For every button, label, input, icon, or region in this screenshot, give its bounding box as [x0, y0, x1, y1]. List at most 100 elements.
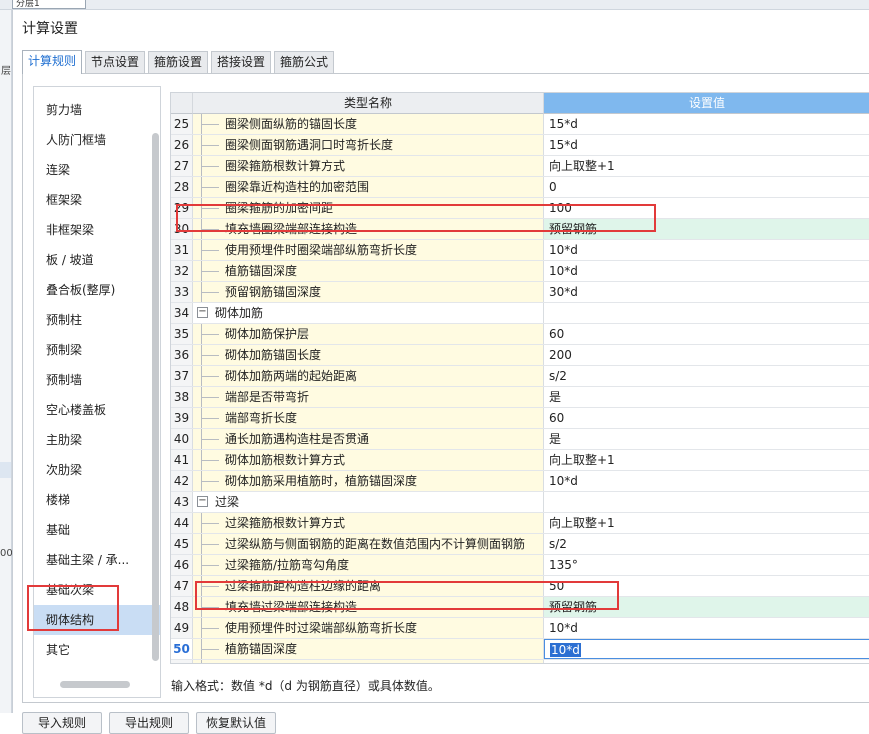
grid-row[interactable]: 28 圈梁靠近构造柱的加密范围 0: [171, 177, 869, 198]
row-value-cell[interactable]: 30*d: [544, 660, 869, 663]
grid-row[interactable]: 41 砌体加筋根数计算方式 向上取整+1: [171, 450, 869, 471]
row-number: 50: [171, 639, 193, 659]
category-item[interactable]: 次肋梁: [34, 455, 160, 485]
row-value-cell[interactable]: 向上取整+1: [544, 513, 869, 533]
grid-row[interactable]: 49 使用预埋件时过梁端部纵筋弯折长度 10*d: [171, 618, 869, 639]
row-value-cell[interactable]: s/2: [544, 534, 869, 554]
row-value-cell[interactable]: 60: [544, 408, 869, 428]
row-value-cell[interactable]: 向上取整+1: [544, 450, 869, 470]
tree-line: [201, 586, 219, 587]
grid-row[interactable]: 51 预留钢筋锚固深度 30*d: [171, 660, 869, 663]
grid-row[interactable]: 27 圈梁箍筋根数计算方式 向上取整+1: [171, 156, 869, 177]
row-type-name-cell: 过梁箍筋/拉筋弯勾角度: [193, 555, 544, 575]
background-selection-mark: [0, 462, 11, 478]
category-horizontal-scrollbar[interactable]: [60, 681, 130, 688]
grid-row[interactable]: 44 过梁箍筋根数计算方式 向上取整+1: [171, 513, 869, 534]
category-item[interactable]: 框架梁: [34, 185, 160, 215]
grid-row[interactable]: 38 端部是否带弯折 是: [171, 387, 869, 408]
tree-line: [201, 481, 219, 482]
category-item[interactable]: 砌体结构: [34, 605, 160, 635]
category-item[interactable]: 基础次梁: [34, 575, 160, 605]
grid-row[interactable]: 42 砌体加筋采用植筋时，植筋锚固深度 10*d: [171, 471, 869, 492]
tab-calc-rules[interactable]: 计算规则: [22, 50, 82, 74]
row-value-cell[interactable]: [544, 303, 869, 323]
tab-lap-settings[interactable]: 搭接设置: [211, 51, 271, 73]
restore-defaults-button[interactable]: 恢复默认值: [196, 712, 276, 734]
row-value-cell[interactable]: 预留钢筋: [544, 219, 869, 239]
grid-row[interactable]: 37 砌体加筋两端的起始距离 s/2: [171, 366, 869, 387]
row-type-name: 圈梁箍筋根数计算方式: [225, 159, 346, 173]
row-value-cell[interactable]: [544, 492, 869, 512]
grid-group-row[interactable]: 43− 过梁: [171, 492, 869, 513]
row-value-cell[interactable]: 30*d: [544, 282, 869, 302]
grid-row[interactable]: 36 砌体加筋锚固长度 200: [171, 345, 869, 366]
grid-row[interactable]: 50 植筋锚固深度 10*d: [171, 639, 869, 660]
row-value-cell[interactable]: 10*d: [544, 240, 869, 260]
row-value-cell[interactable]: 10*d: [544, 471, 869, 491]
tree-line: [201, 649, 219, 650]
category-item[interactable]: 连梁: [34, 155, 160, 185]
category-item[interactable]: 预制墙: [34, 365, 160, 395]
category-item[interactable]: 非框架梁: [34, 215, 160, 245]
row-value-cell[interactable]: 15*d: [544, 135, 869, 155]
row-value-cell[interactable]: 15*d: [544, 114, 869, 134]
row-value-cell[interactable]: 预留钢筋: [544, 597, 869, 617]
grid-row[interactable]: 30 填充墙圈梁端部连接构造 预留钢筋: [171, 219, 869, 240]
row-value-cell[interactable]: 100: [544, 198, 869, 218]
row-value: 60: [549, 411, 565, 425]
grid-row[interactable]: 25 圈梁侧面纵筋的锚固长度 15*d: [171, 114, 869, 135]
grid-row[interactable]: 35 砌体加筋保护层 60: [171, 324, 869, 345]
row-value-cell[interactable]: 135°: [544, 555, 869, 575]
grid-row[interactable]: 45 过梁纵筋与侧面钢筋的距离在数值范围内不计算侧面钢筋 s/2: [171, 534, 869, 555]
collapse-icon[interactable]: −: [197, 307, 208, 318]
row-value-cell[interactable]: 50: [544, 576, 869, 596]
grid-row[interactable]: 26 圈梁侧面钢筋遇洞口时弯折长度 15*d: [171, 135, 869, 156]
row-value-cell[interactable]: 是: [544, 387, 869, 407]
category-item[interactable]: 基础主梁 / 承...: [34, 545, 160, 575]
header-type-name[interactable]: 类型名称: [193, 93, 544, 114]
row-value-editor[interactable]: 10*d: [544, 639, 869, 659]
row-value-cell[interactable]: 10*d: [544, 618, 869, 638]
category-item[interactable]: 人防门框墙: [34, 125, 160, 155]
grid-group-row[interactable]: 34− 砌体加筋: [171, 303, 869, 324]
category-vertical-scrollbar[interactable]: [152, 133, 159, 661]
tree-line: [201, 292, 219, 293]
background-left-panel: 层 00: [0, 10, 13, 713]
row-value-cell[interactable]: 200: [544, 345, 869, 365]
row-value-cell[interactable]: s/2: [544, 366, 869, 386]
category-item[interactable]: 叠合板(整厚): [34, 275, 160, 305]
row-value-cell[interactable]: 0: [544, 177, 869, 197]
category-item[interactable]: 其它: [34, 635, 160, 665]
grid-row[interactable]: 29 圈梁箍筋的加密间距 100: [171, 198, 869, 219]
category-item[interactable]: 板 / 坡道: [34, 245, 160, 275]
row-type-name-cell: 砌体加筋采用植筋时，植筋锚固深度: [193, 471, 544, 491]
collapse-icon[interactable]: −: [197, 496, 208, 507]
grid-row[interactable]: 40 通长加筋遇构造柱是否贯通 是: [171, 429, 869, 450]
row-value-cell[interactable]: 60: [544, 324, 869, 344]
grid-row[interactable]: 39 端部弯折长度 60: [171, 408, 869, 429]
tab-stirrup-formula[interactable]: 箍筋公式: [274, 51, 334, 73]
header-setting-value[interactable]: 设置值: [544, 93, 869, 114]
import-rules-button[interactable]: 导入规则: [22, 712, 102, 734]
grid-row[interactable]: 47 过梁箍筋距构造柱边缘的距离 50: [171, 576, 869, 597]
tab-stirrup-settings[interactable]: 箍筋设置: [148, 51, 208, 73]
category-item[interactable]: 预制柱: [34, 305, 160, 335]
export-rules-button[interactable]: 导出规则: [109, 712, 189, 734]
floor-combo[interactable]: 分层1: [12, 0, 86, 9]
grid-row[interactable]: 31 使用预埋件时圈梁端部纵筋弯折长度 10*d: [171, 240, 869, 261]
tab-node-settings[interactable]: 节点设置: [85, 51, 145, 73]
grid-row[interactable]: 48 填充墙过梁端部连接构造 预留钢筋: [171, 597, 869, 618]
grid-row[interactable]: 46 过梁箍筋/拉筋弯勾角度 135°: [171, 555, 869, 576]
grid-row[interactable]: 33 预留钢筋锚固深度 30*d: [171, 282, 869, 303]
category-item[interactable]: 预制梁: [34, 335, 160, 365]
row-type-name-cell: 端部弯折长度: [193, 408, 544, 428]
category-item[interactable]: 剪力墙: [34, 95, 160, 125]
grid-row[interactable]: 32 植筋锚固深度 10*d: [171, 261, 869, 282]
row-value-cell[interactable]: 是: [544, 429, 869, 449]
category-item[interactable]: 楼梯: [34, 485, 160, 515]
category-item[interactable]: 主肋梁: [34, 425, 160, 455]
category-item[interactable]: 基础: [34, 515, 160, 545]
row-value-cell[interactable]: 向上取整+1: [544, 156, 869, 176]
category-item[interactable]: 空心楼盖板: [34, 395, 160, 425]
row-value-cell[interactable]: 10*d: [544, 261, 869, 281]
